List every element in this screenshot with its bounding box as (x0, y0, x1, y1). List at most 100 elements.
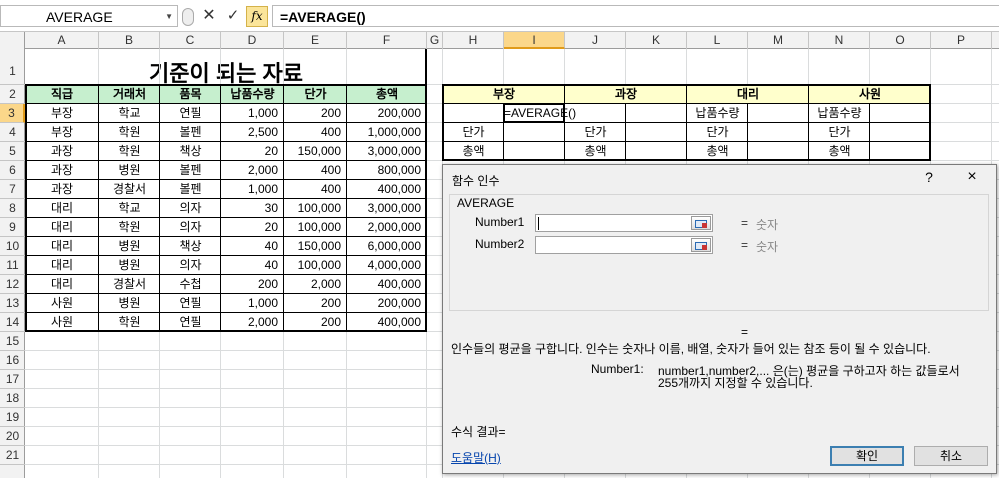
column-header-a[interactable]: A (25, 32, 99, 49)
close-icon[interactable]: ✕ (200, 6, 218, 26)
table-cell[interactable]: 대리 (25, 256, 99, 275)
table-cell[interactable]: 100,000 (284, 256, 347, 275)
range-select-icon[interactable] (691, 238, 711, 252)
row-header-7[interactable]: 7 (0, 180, 25, 199)
price-label-cell[interactable]: 단가 (565, 123, 626, 142)
table-cell[interactable]: 2,000 (284, 275, 347, 294)
row-header-18[interactable]: 18 (0, 389, 25, 408)
table-cell[interactable]: 과장 (25, 142, 99, 161)
ok-button[interactable]: 확인 (830, 446, 904, 466)
table-header-cell[interactable]: 직급 (25, 85, 99, 104)
table-header-cell[interactable]: 거래처 (99, 85, 160, 104)
row-header-5[interactable]: 5 (0, 142, 25, 161)
table-cell[interactable]: 학교 (99, 104, 160, 123)
table-cell[interactable]: 병원 (99, 161, 160, 180)
table-cell[interactable]: 1,000,000 (347, 123, 427, 142)
cancel-button[interactable]: 취소 (914, 446, 988, 466)
table-cell[interactable]: 400 (284, 161, 347, 180)
table-cell[interactable]: 400 (284, 123, 347, 142)
check-icon[interactable]: ✓ (224, 6, 242, 26)
table-cell[interactable]: 책상 (160, 237, 221, 256)
select-all-corner[interactable] (0, 32, 25, 49)
table-cell[interactable]: 1,000 (221, 104, 284, 123)
table-cell[interactable]: 2,000 (221, 313, 284, 332)
table-cell[interactable]: 1,000 (221, 294, 284, 313)
row-header-12[interactable]: 12 (0, 275, 25, 294)
column-header-g[interactable]: G (427, 32, 443, 49)
number2-input[interactable] (535, 236, 713, 254)
row-header-3[interactable]: 3 (0, 104, 25, 123)
table-cell[interactable]: 학원 (99, 142, 160, 161)
column-header-j[interactable]: J (565, 32, 626, 49)
table-cell[interactable]: 책상 (160, 142, 221, 161)
column-header-b[interactable]: B (99, 32, 160, 49)
table-cell[interactable]: 3,000,000 (347, 142, 427, 161)
table-cell[interactable]: 2,000 (221, 161, 284, 180)
column-header-i[interactable]: I (504, 32, 565, 49)
total-label-cell[interactable]: 총액 (443, 142, 504, 161)
table-cell[interactable]: 병원 (99, 256, 160, 275)
table-cell[interactable]: 200,000 (347, 294, 427, 313)
table-cell[interactable]: 학원 (99, 123, 160, 142)
table-cell[interactable]: 150,000 (284, 142, 347, 161)
row-header-4[interactable]: 4 (0, 123, 25, 142)
table-cell[interactable]: 2,500 (221, 123, 284, 142)
table-cell[interactable]: 사원 (25, 313, 99, 332)
table-cell[interactable]: 200 (221, 275, 284, 294)
summary-group-header[interactable]: 과장 (565, 85, 687, 104)
table-cell[interactable]: 4,000,000 (347, 256, 427, 275)
column-header-o[interactable]: O (870, 32, 931, 49)
column-header-m[interactable]: M (748, 32, 809, 49)
row-header-10[interactable]: 10 (0, 237, 25, 256)
table-cell[interactable]: 400,000 (347, 313, 427, 332)
table-cell[interactable]: 연필 (160, 313, 221, 332)
table-cell[interactable]: 대리 (25, 218, 99, 237)
table-cell[interactable]: 볼펜 (160, 161, 221, 180)
table-cell[interactable]: 800,000 (347, 161, 427, 180)
help-link[interactable]: 도움말(H) (451, 449, 501, 466)
editing-cell[interactable]: =AVERAGE() (504, 104, 626, 123)
row-header-1[interactable]: 1 (0, 49, 25, 85)
row-header-15[interactable]: 15 (0, 332, 25, 351)
table-cell[interactable]: 3,000,000 (347, 199, 427, 218)
table-cell[interactable]: 볼펜 (160, 180, 221, 199)
name-box[interactable]: AVERAGE ▼ (0, 5, 178, 27)
summary-group-header[interactable]: 부장 (443, 85, 565, 104)
total-label-cell[interactable]: 총액 (565, 142, 626, 161)
column-header-h[interactable]: H (443, 32, 504, 49)
total-label-cell[interactable]: 총액 (809, 142, 870, 161)
summary-group-header[interactable]: 대리 (687, 85, 809, 104)
table-cell[interactable]: 200 (284, 313, 347, 332)
price-label-cell[interactable]: 단가 (687, 123, 748, 142)
table-cell[interactable]: 100,000 (284, 199, 347, 218)
table-header-cell[interactable]: 총액 (347, 85, 427, 104)
table-cell[interactable]: 의자 (160, 256, 221, 275)
table-cell[interactable]: 과장 (25, 180, 99, 199)
range-select-icon[interactable] (691, 216, 711, 230)
table-cell[interactable]: 과장 (25, 161, 99, 180)
row-header-9[interactable]: 9 (0, 218, 25, 237)
table-cell[interactable]: 400 (284, 180, 347, 199)
table-cell[interactable]: 사원 (25, 294, 99, 313)
table-cell[interactable]: 의자 (160, 199, 221, 218)
table-cell[interactable]: 200 (284, 104, 347, 123)
table-cell[interactable]: 20 (221, 142, 284, 161)
insert-function-button[interactable]: fx (246, 6, 268, 27)
table-cell[interactable]: 40 (221, 237, 284, 256)
table-cell[interactable]: 100,000 (284, 218, 347, 237)
price-label-cell[interactable]: 단가 (809, 123, 870, 142)
row-header-21[interactable]: 21 (0, 446, 25, 465)
table-cell[interactable]: 경찰서 (99, 180, 160, 199)
row-header-8[interactable]: 8 (0, 199, 25, 218)
summary-group-header[interactable]: 사원 (809, 85, 931, 104)
column-header-d[interactable]: D (221, 32, 284, 49)
close-icon[interactable]: × (962, 168, 982, 186)
column-header-e[interactable]: E (284, 32, 347, 49)
chevron-down-icon[interactable]: ▼ (165, 12, 173, 21)
table-cell[interactable]: 대리 (25, 275, 99, 294)
row-header-2[interactable]: 2 (0, 85, 25, 104)
row-header-17[interactable]: 17 (0, 370, 25, 389)
table-cell[interactable]: 대리 (25, 237, 99, 256)
row-header-16[interactable]: 16 (0, 351, 25, 370)
table-cell[interactable]: 6,000,000 (347, 237, 427, 256)
